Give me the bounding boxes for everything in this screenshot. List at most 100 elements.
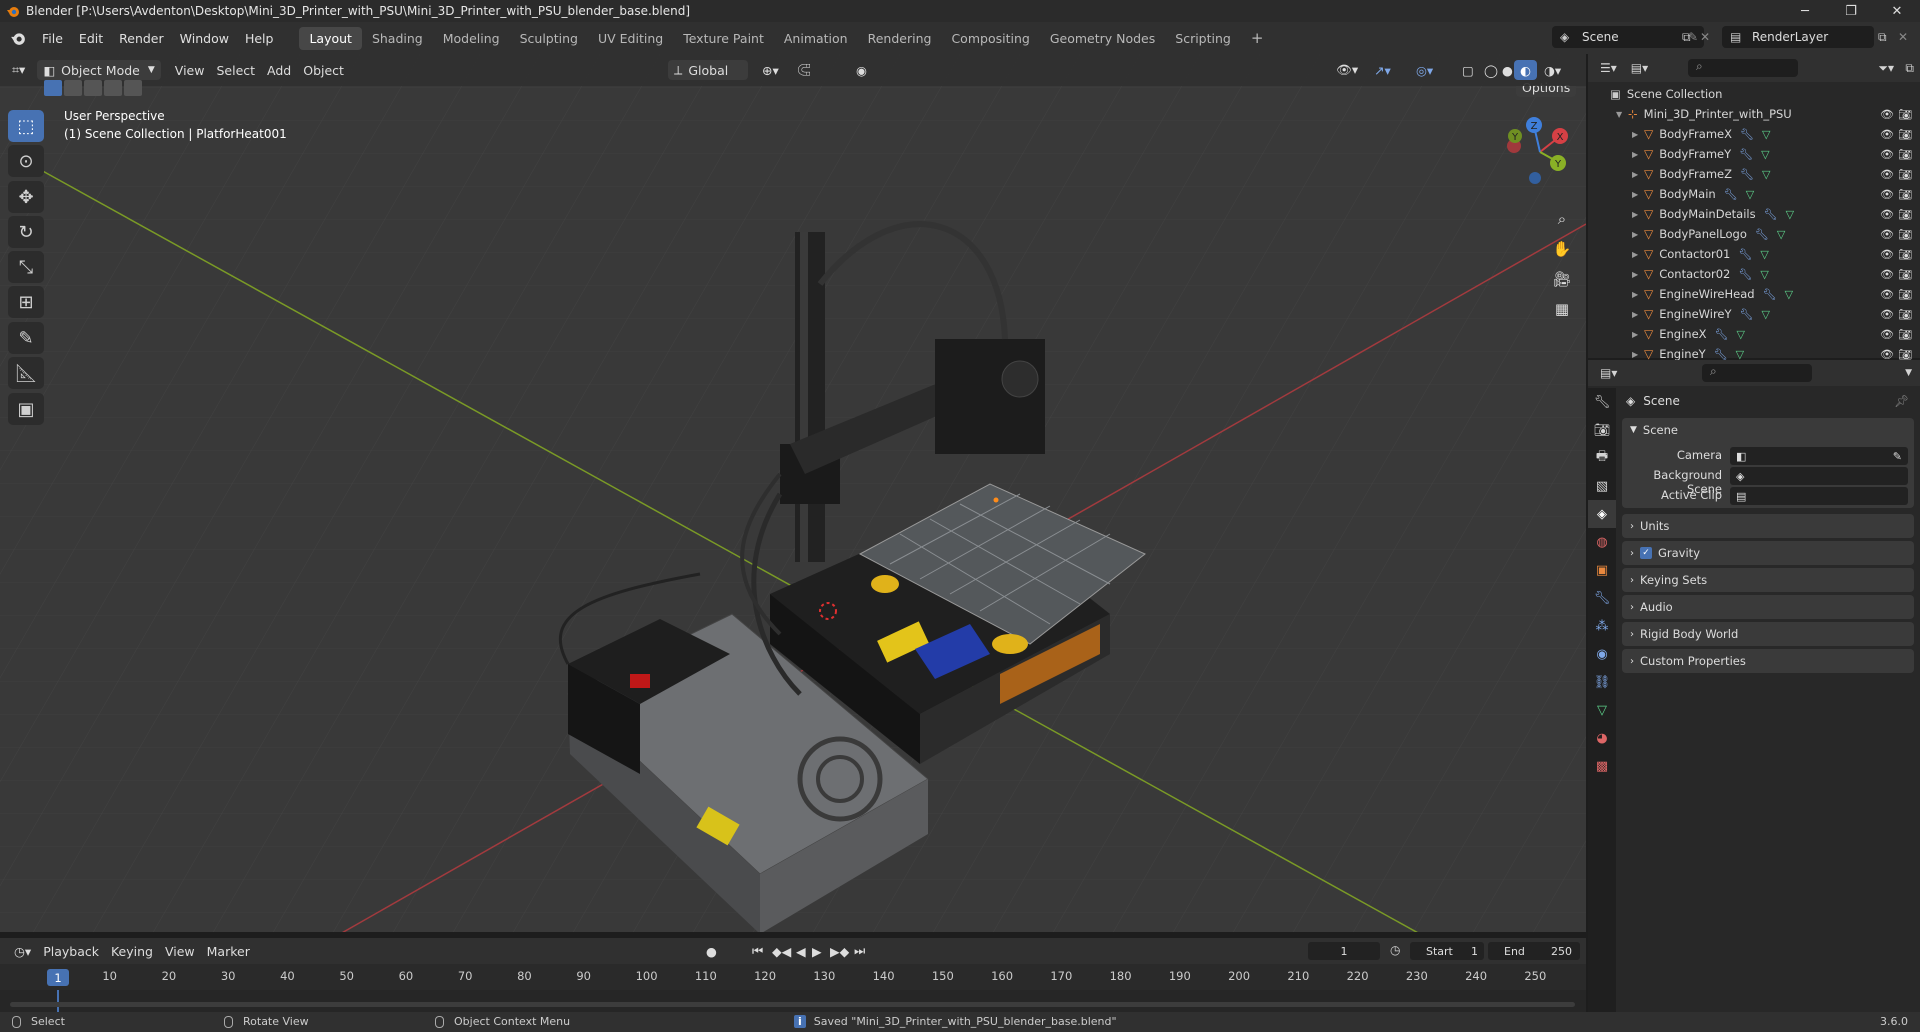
menu-window[interactable]: Window	[172, 31, 237, 46]
timeline-track[interactable]	[0, 990, 1586, 1012]
eye-icon[interactable]: 👁︎	[1880, 248, 1894, 261]
minimize-button[interactable]: ─	[1782, 0, 1828, 22]
expand-icon[interactable]: ▶	[1632, 230, 1644, 239]
select-new-icon[interactable]	[44, 80, 62, 96]
outliner-item[interactable]: ▶ ▽ BodyMain 🔧︎ ▽ 👁︎ 📷︎	[1588, 184, 1920, 204]
expand-icon[interactable]: ▶	[1632, 330, 1644, 339]
orientation-dropdown[interactable]: ⟂ Global	[668, 60, 748, 80]
background-scene-field[interactable]: ◈	[1730, 467, 1908, 485]
constraints-tab-icon[interactable]: ⛓︎	[1588, 668, 1616, 696]
add-cube-tool-icon[interactable]: ▣	[8, 393, 44, 425]
menu-object[interactable]: Object	[297, 60, 350, 80]
camera-icon[interactable]: 📷︎	[1898, 148, 1912, 161]
maximize-button[interactable]: ❐	[1828, 0, 1874, 22]
annotate-tool-icon[interactable]: ✎	[8, 322, 44, 354]
mesh-data-icon[interactable]: ▽	[1760, 248, 1768, 261]
expand-icon[interactable]: ▶	[1632, 290, 1644, 299]
modifier-icon[interactable]: 🔧︎	[1715, 328, 1729, 341]
eye-icon[interactable]: 👁︎	[1880, 228, 1894, 241]
outliner-item[interactable]: ▶ ▽ BodyFrameY 🔧︎ ▽ 👁︎ 📷︎	[1588, 144, 1920, 164]
section-panel[interactable]: › Rigid Body World	[1622, 622, 1914, 646]
modifier-icon[interactable]: 🔧︎	[1755, 228, 1769, 241]
delete-layer-icon[interactable]: ✕	[1898, 30, 1908, 44]
navigation-gizmo[interactable]: X Z Y Y	[1500, 112, 1580, 192]
menu-timeline-view[interactable]: View	[159, 941, 201, 961]
eye-icon[interactable]: 👁︎	[1880, 288, 1894, 301]
menu-edit[interactable]: Edit	[71, 31, 111, 46]
pivot-icon[interactable]: ⊕▾	[756, 60, 785, 80]
tab-layout[interactable]: Layout	[299, 26, 362, 50]
move-tool-icon[interactable]: ✥	[8, 181, 44, 213]
filter-icon[interactable]: ⏷▾	[1878, 61, 1894, 76]
mesh-data-icon[interactable]: ▽	[1761, 148, 1769, 161]
camera-icon[interactable]: 📷︎	[1898, 128, 1912, 141]
expand-icon[interactable]: ▶	[1632, 170, 1644, 179]
mesh-data-icon[interactable]: ▽	[1785, 288, 1793, 301]
collection-row[interactable]: ▼ ⊹ Mini_3D_Printer_with_PSU 👁︎ 📷︎	[1588, 104, 1920, 124]
scene-collection-row[interactable]: ▣ Scene Collection	[1588, 84, 1920, 104]
mesh-data-icon[interactable]: ▽	[1736, 348, 1744, 361]
modifier-icon[interactable]: 🔧︎	[1740, 128, 1754, 141]
camera-icon[interactable]: 📷︎	[1898, 108, 1912, 121]
xray-icon[interactable]: ▢	[1456, 60, 1480, 80]
3d-viewport[interactable]: User Perspective (1) Scene Collection | …	[0, 54, 1586, 932]
modifier-icon[interactable]: 🔧︎	[1714, 348, 1728, 361]
active-clip-field[interactable]: ▤	[1730, 487, 1908, 505]
mesh-data-icon[interactable]: ▽	[1777, 228, 1785, 241]
modifier-icon[interactable]: 🔧︎	[1740, 168, 1754, 181]
jump-end-icon[interactable]: ⏭	[848, 941, 871, 961]
modifier-icon[interactable]: 🔧︎	[1738, 248, 1752, 261]
ortho-grid-icon[interactable]: ▦	[1547, 294, 1577, 324]
section-panel[interactable]: › Audio	[1622, 595, 1914, 619]
pan-hand-icon[interactable]: ✋	[1547, 234, 1577, 264]
camera-icon[interactable]: 📷︎	[1898, 348, 1912, 361]
cursor-tool-icon[interactable]: ⊙	[8, 145, 44, 177]
scene-tab-icon[interactable]: ◈	[1588, 500, 1616, 528]
view-layer-tab-icon[interactable]: ▧	[1588, 472, 1616, 500]
modifier-tab-icon[interactable]: 🔧︎	[1588, 584, 1616, 612]
measure-tool-icon[interactable]: 📐︎	[8, 357, 44, 389]
record-icon[interactable]: ●	[700, 941, 723, 961]
camera-icon[interactable]: 📷︎	[1898, 268, 1912, 281]
outliner-item[interactable]: ▶ ▽ EngineWireY 🔧︎ ▽ 👁︎ 📷︎	[1588, 304, 1920, 324]
editor-type-icon[interactable]: ⌗▾	[6, 60, 31, 80]
playhead[interactable]	[57, 990, 59, 1012]
section-panel[interactable]: › Units	[1622, 514, 1914, 538]
camera-icon[interactable]: 📷︎	[1898, 328, 1912, 341]
eye-icon[interactable]: 👁︎	[1880, 188, 1894, 201]
select-subtract-icon[interactable]	[84, 80, 102, 96]
expand-icon[interactable]: ▶	[1632, 210, 1644, 219]
object-tab-icon[interactable]: ▣	[1588, 556, 1616, 584]
mesh-data-icon[interactable]: ▽	[1762, 128, 1770, 141]
properties-editor-icon[interactable]: ▤▾	[1600, 366, 1617, 380]
timeline-editor-icon[interactable]: ◷▾	[8, 941, 37, 961]
delete-scene-icon[interactable]: ✕	[1700, 30, 1710, 44]
outliner-item[interactable]: ▶ ▽ EngineX 🔧︎ ▽ 👁︎ 📷︎	[1588, 324, 1920, 344]
rotate-tool-icon[interactable]: ↻	[8, 216, 44, 248]
display-mode-icon[interactable]: ▤▾	[1631, 61, 1648, 75]
menu-add[interactable]: Add	[261, 60, 297, 80]
visibility-icon[interactable]: 👁︎▾	[1330, 60, 1364, 80]
eye-icon[interactable]: 👁︎	[1880, 128, 1894, 141]
camera-icon[interactable]: 📷︎	[1898, 208, 1912, 221]
transform-tool-icon[interactable]: ⊞	[8, 286, 44, 318]
eye-icon[interactable]: 👁︎	[1880, 208, 1894, 221]
timeline-scrollbar[interactable]	[10, 1002, 1575, 1007]
render-tab-icon[interactable]: 📷︎	[1588, 416, 1616, 444]
section-panel[interactable]: › Keying Sets	[1622, 568, 1914, 592]
camera-view-icon[interactable]: 🎥︎	[1547, 264, 1577, 294]
menu-view[interactable]: View	[169, 60, 211, 80]
mesh-data-icon[interactable]: ▽	[1737, 328, 1745, 341]
expand-icon[interactable]: ▶	[1632, 130, 1644, 139]
menu-select[interactable]: Select	[210, 60, 261, 80]
outliner-search-input[interactable]: ⌕	[1688, 59, 1798, 77]
modifier-icon[interactable]: 🔧︎	[1764, 208, 1778, 221]
tab-sculpting[interactable]: Sculpting	[510, 27, 588, 50]
camera-field[interactable]: ◧ ✎	[1730, 447, 1908, 465]
tab-animation[interactable]: Animation	[774, 27, 858, 50]
tab-scripting[interactable]: Scripting	[1165, 27, 1241, 50]
new-layer-icon[interactable]: ⧉	[1878, 30, 1887, 45]
outliner-editor-icon[interactable]: ☰▾	[1600, 61, 1617, 75]
zoom-icon[interactable]: ⌕	[1547, 204, 1577, 234]
add-workspace-icon[interactable]: +	[1241, 25, 1274, 51]
